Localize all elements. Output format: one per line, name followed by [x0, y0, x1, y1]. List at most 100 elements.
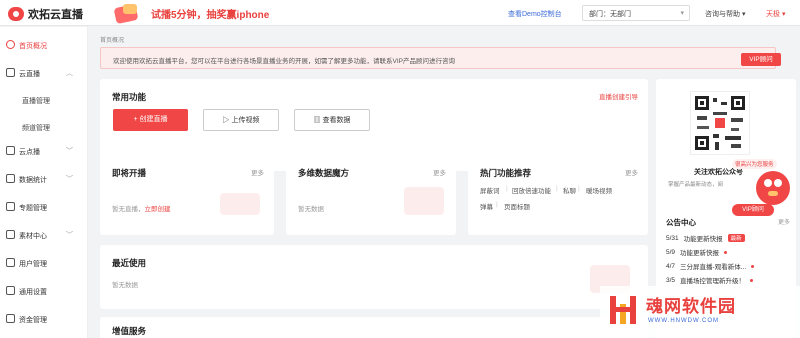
vip-consultant-button[interactable]: VIP顾问	[741, 53, 781, 66]
empty-text: 暂无直播，立即创建	[112, 203, 171, 213]
more-link[interactable]: 更多	[251, 167, 264, 177]
announce-item[interactable]: 4/7 三分屏直播-观看新体...	[666, 261, 755, 271]
sidebar-item-label: 数据统计	[19, 177, 47, 184]
promo-banner[interactable]: 试播5分钟，抽奖赢iphone	[113, 1, 269, 25]
sidebar-item-label: 云直播	[19, 71, 40, 78]
user-menu[interactable]: 天极 ▾	[766, 9, 785, 19]
vip-consultant-float-button[interactable]: VIP顾问	[732, 204, 774, 216]
hot-tag[interactable]: 暖场视频	[586, 185, 612, 195]
divider: |	[556, 185, 558, 192]
sidebar-item-label: 云点播	[19, 149, 40, 156]
divider: |	[506, 185, 508, 192]
create-live-button[interactable]: + 创建直播	[113, 109, 188, 131]
department-select[interactable]: 部门：无部门 ▾	[582, 5, 690, 21]
sidebar-item-settings[interactable]: 通用设置	[0, 277, 88, 305]
sidebar-item-label: 素材中心	[19, 233, 47, 240]
new-badge: 最新	[727, 234, 745, 242]
more-link[interactable]: 更多	[433, 167, 446, 177]
notice-text: 欢迎使用欢拓云直播平台，您可以在平台进行各场景直播业务的开展，如需了解更多功能，…	[113, 58, 455, 65]
card-title: 多维数据魔方	[298, 168, 350, 178]
view-data-button[interactable]: ▥ 查看数据	[294, 109, 370, 131]
announce-title: 公告中心	[666, 218, 696, 227]
watermark-url: WWW.HNWDW.COM	[648, 318, 719, 324]
unread-dot	[750, 278, 754, 282]
recent-used-card: 最近使用 暂无数据	[100, 245, 648, 309]
sidebar-item-topic[interactable]: 专题管理	[0, 193, 88, 221]
sidebar-subitem-channel-manage[interactable]: 频道管理	[22, 123, 50, 133]
announce-more-link[interactable]: 更多	[778, 217, 790, 226]
service-avatar-icon[interactable]	[756, 171, 790, 205]
announce-text: 三分屏直播-观看新体...	[680, 264, 747, 271]
logo-icon	[8, 7, 24, 21]
upload-video-button[interactable]: ▷ 上传视频	[203, 109, 279, 131]
live-icon	[6, 68, 15, 77]
settings-icon	[6, 286, 15, 295]
sidebar-item-label: 首页概况	[19, 43, 47, 50]
card-title: 常用功能	[112, 92, 147, 102]
sidebar-item-material[interactable]: 素材中心 ﹀	[0, 221, 88, 249]
sidebar-item-users[interactable]: 用户管理	[0, 249, 88, 277]
divider: |	[578, 185, 580, 192]
sidebar-item-label: 资金管理	[19, 317, 47, 324]
top-bar: 欢拓云直播 试播5分钟，抽奖赢iphone 查看Demo控制台 部门：无部门 ▾ …	[0, 0, 800, 26]
sidebar-subitem-live-manage[interactable]: 直播管理	[22, 96, 50, 106]
announce-date: 4/7	[666, 262, 676, 270]
create-now-link[interactable]: 立即创建	[145, 206, 171, 213]
vod-icon	[6, 146, 15, 155]
data-cube-card: 多维数据魔方 更多 暂无数据	[286, 155, 456, 235]
breadcrumb: 首页概况	[100, 38, 125, 44]
upload-video-label: 上传视频	[231, 117, 260, 124]
qr-code-icon	[690, 91, 750, 155]
sidebar-item-label: 专题管理	[19, 205, 47, 212]
announce-item[interactable]: 5/31 功能更新快报 最新	[666, 233, 745, 243]
card-title: 热门功能推荐	[480, 168, 532, 178]
watermark-logo-icon	[610, 296, 636, 324]
hot-tag[interactable]: 屏蔽词	[480, 185, 500, 195]
user-name: 天极	[766, 11, 780, 18]
sidebar-item-wallet[interactable]: 资金管理	[0, 305, 88, 333]
more-link[interactable]: 更多	[625, 167, 638, 177]
sidebar-item-label: 通用设置	[19, 289, 47, 296]
material-icon	[6, 230, 15, 239]
hot-tag[interactable]: 页面标题	[504, 201, 530, 211]
user-icon	[6, 258, 15, 267]
sidebar-item-stats[interactable]: 数据统计 ﹀	[0, 165, 88, 193]
divider: |	[496, 201, 498, 208]
announce-date: 5/31	[666, 234, 679, 242]
empty-text: 暂无数据	[298, 206, 324, 213]
chevron-up-icon: ︿	[66, 70, 73, 77]
service-bubble: 很高兴为您服务	[732, 159, 777, 169]
view-data-label: 查看数据	[322, 117, 351, 124]
card-title: 即将开播	[112, 168, 147, 178]
help-menu[interactable]: 咨询与帮助 ▾	[705, 9, 745, 19]
empty-illustration	[404, 187, 444, 215]
chevron-down-icon: ▾	[680, 10, 684, 17]
watermark-text: 魂网软件园	[646, 297, 736, 316]
create-guide-link[interactable]: 直播创建引导	[599, 91, 638, 101]
app-name: 欢拓云直播	[28, 9, 83, 21]
app-logo[interactable]: 欢拓云直播	[8, 6, 83, 22]
announce-date: 3/5	[666, 276, 676, 284]
chevron-down-icon: ﹀	[66, 148, 73, 155]
stats-icon	[6, 174, 15, 183]
home-icon	[6, 40, 15, 49]
sidebar-item-home[interactable]: 首页概况	[0, 31, 88, 59]
demo-console-link[interactable]: 查看Demo控制台	[508, 9, 562, 19]
unread-dot	[751, 264, 755, 268]
empty-label: 暂无直播，	[112, 206, 145, 213]
follow-desc: 掌握产品最新动态，阅	[668, 182, 724, 188]
sidebar-item-label: 用户管理	[19, 261, 47, 268]
sidebar-item-live[interactable]: 云直播 ︿	[0, 59, 88, 87]
announce-text: 直播场控管理新升级！	[680, 278, 746, 285]
hot-functions-card: 热门功能推荐 更多 屏蔽词 | 回放倍速功能 | 私聊 | 暖场视频 弹幕 | …	[468, 155, 648, 235]
hot-tag[interactable]: 私聊	[563, 185, 576, 195]
announce-item[interactable]: 5/9 功能更新快报	[666, 247, 728, 257]
announce-item[interactable]: 3/5 直播场控管理新升级！	[666, 275, 754, 285]
card-title: 增值服务	[112, 326, 147, 336]
help-label: 咨询与帮助	[705, 11, 740, 18]
sidebar: 首页概况 云直播 ︿ 直播管理 频道管理 云点播 ﹀ 数据统计 ﹀ 专题管理 素材中心…	[0, 27, 88, 338]
hot-tag[interactable]: 回放倍速功能	[512, 185, 551, 195]
hot-tag[interactable]: 弹幕	[480, 201, 493, 211]
card-title: 最近使用	[112, 258, 147, 268]
sidebar-item-vod[interactable]: 云点播 ﹀	[0, 137, 88, 165]
